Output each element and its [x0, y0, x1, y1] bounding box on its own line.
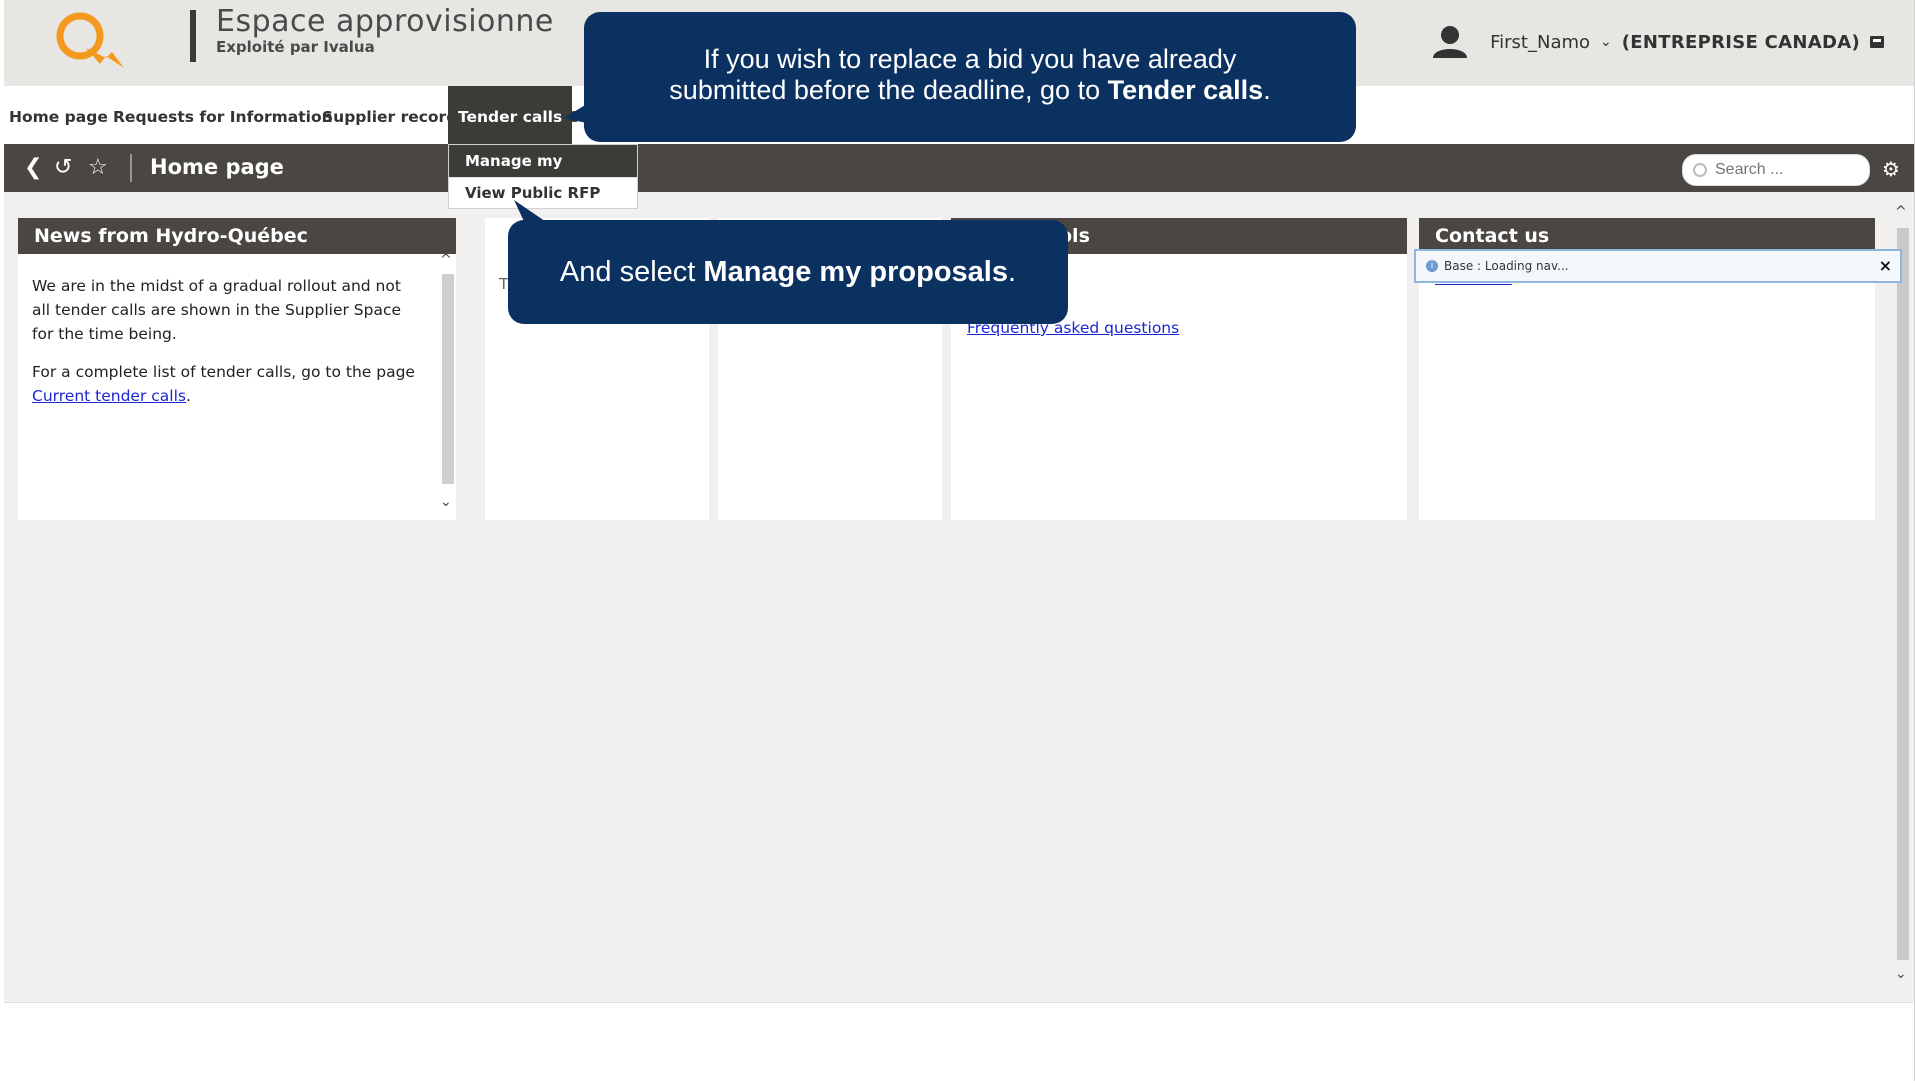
user-menu[interactable]: First_Namo ⌄ (ENTREPRISE CANADA) — [1430, 22, 1884, 62]
callout-1-bold: Tender calls — [1107, 75, 1264, 105]
nav-item-tender-calls[interactable]: Tender calls — [448, 86, 573, 144]
callout-1-pointer — [564, 96, 600, 126]
callout-2-suffix: . — [1008, 256, 1017, 288]
news-link-suffix: . — [185, 387, 191, 405]
user-avatar-icon — [1433, 26, 1468, 58]
search-box[interactable] — [1682, 154, 1870, 186]
toolbar-divider — [130, 154, 132, 182]
brand-subtitle: Exploité par Ivalua — [216, 38, 375, 56]
info-icon: i — [1426, 260, 1438, 272]
news-scrollbar[interactable]: ^ ⌄ — [438, 252, 456, 520]
callout-1-prefix: submitted before the deadline, go to — [669, 75, 1108, 105]
settings-gear-icon[interactable]: ⚙ — [1882, 157, 1900, 181]
news-panel-title: News from Hydro-Québec — [18, 218, 456, 254]
tutorial-callout-1: If you wish to replace a bid you have al… — [584, 12, 1356, 142]
news-panel: News from Hydro-Québec We are in the mid… — [18, 218, 456, 520]
current-tender-calls-link[interactable]: Current tender calls — [32, 387, 186, 405]
scroll-up-icon[interactable]: ^ — [440, 252, 452, 268]
nav-item-rfi[interactable]: Requests for Information — [113, 86, 333, 144]
news-paragraph: We are in the midst of a gradual rollout… — [32, 277, 402, 343]
search-icon — [1693, 163, 1707, 177]
news-scroll-thumb[interactable] — [442, 274, 454, 484]
star-icon[interactable]: ☆ — [88, 156, 108, 180]
page-toolbar: ❮ ↺ ☆ Home page ⚙ — [4, 144, 1914, 192]
tutorial-callout-2: And select Manage my proposals. — [508, 220, 1068, 324]
back-icon[interactable]: ❮ — [24, 156, 42, 180]
search-input[interactable] — [1713, 160, 1867, 180]
news-panel-body: We are in the midst of a gradual rollout… — [18, 254, 456, 408]
news-link-prefix: For a complete list of tender calls, go … — [32, 363, 415, 381]
menu-item-manage-proposals[interactable]: Manage my proposals — [449, 145, 637, 202]
callout-1-line-1: If you wish to replace a bid you have al… — [703, 44, 1237, 74]
chevron-down-icon[interactable]: ⌄ — [1600, 34, 1612, 50]
callout-1-line-2: submitted before the deadline, go to Ten… — [584, 75, 1356, 106]
page-title: Home page — [150, 155, 284, 179]
user-name[interactable]: First_Namo — [1490, 32, 1590, 53]
callout-2-prefix: And select — [559, 256, 704, 288]
company-name: (ENTREPRISE CANADA) — [1621, 31, 1860, 53]
nav-item-home[interactable]: Home page — [9, 86, 108, 144]
page-scroll-thumb[interactable] — [1897, 228, 1909, 960]
page-scrollbar[interactable]: ^ ⌄ — [1893, 200, 1913, 990]
callout-2-pointer — [514, 200, 558, 230]
page-scroll-down-icon[interactable]: ⌄ — [1895, 966, 1907, 982]
page-scroll-up-icon[interactable]: ^ — [1895, 204, 1907, 220]
news-paragraph-2: For a complete list of tender calls, go … — [32, 360, 422, 408]
callout-2-bold: Manage my proposals — [703, 256, 1008, 288]
bottom-bar — [4, 1002, 1914, 1081]
logo-divider — [190, 10, 196, 62]
nav-item-supplier-record[interactable]: Supplier record — [322, 86, 457, 144]
close-icon[interactable]: × — [1879, 256, 1892, 275]
logout-icon[interactable] — [1870, 36, 1884, 48]
loading-notification: i Base : Loading nav... × — [1414, 249, 1902, 283]
brand-title: Espace approvisionne — [216, 4, 554, 39]
hydro-quebec-logo — [56, 12, 124, 68]
callout-1-suffix: . — [1263, 75, 1271, 105]
history-icon[interactable]: ↺ — [54, 156, 72, 180]
scroll-down-icon[interactable]: ⌄ — [440, 494, 452, 510]
loading-message: Base : Loading nav... — [1444, 259, 1569, 273]
